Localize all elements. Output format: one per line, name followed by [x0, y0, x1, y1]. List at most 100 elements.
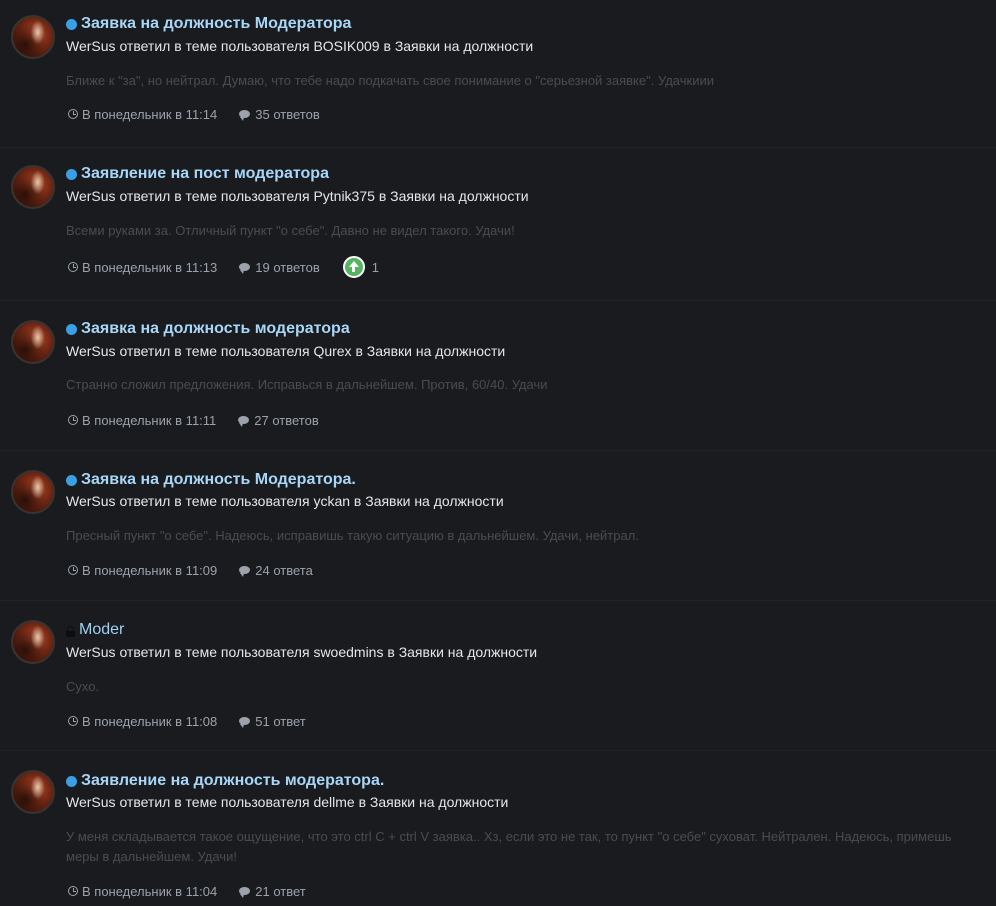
- activity-footer: В понедельник в 11:08 51 ответ: [68, 711, 306, 731]
- post-excerpt: Всеми руками за. Отличный пункт "о себе"…: [66, 223, 515, 238]
- unread-dot-icon: [66, 168, 77, 180]
- activity-item: Заявка на должность Модератора. WerSus о…: [0, 451, 996, 601]
- reaction-summary[interactable]: 1: [342, 256, 379, 278]
- forum-link[interactable]: Заявки на должности: [367, 343, 505, 359]
- author-link[interactable]: WerSus: [66, 794, 116, 810]
- post-time[interactable]: В понедельник в 11:09: [82, 563, 217, 578]
- post-excerpt: У меня складывается такое ощущение, что …: [66, 829, 952, 864]
- comment-icon: [238, 416, 250, 427]
- forum-link[interactable]: Заявки на должности: [365, 493, 503, 509]
- post-time[interactable]: В понедельник в 11:13: [82, 260, 217, 275]
- reply-count: 19 ответов: [255, 259, 320, 275]
- topic-owner-link[interactable]: yckan: [313, 493, 350, 509]
- activity-item: Заявка на должность Модератора WerSus от…: [0, 0, 996, 148]
- unread-dot-icon: [66, 18, 77, 30]
- activity-description: WerSus ответил в теме пользователя BOSIK…: [66, 38, 533, 54]
- activity-item: Заявка на должность модератора WerSus от…: [0, 301, 996, 451]
- topic-title-line: Заявка на должность модератора: [66, 319, 350, 339]
- author-link[interactable]: WerSus: [66, 38, 116, 54]
- lock-icon: [66, 626, 75, 637]
- clock-icon: [68, 262, 78, 272]
- clock-icon: [68, 109, 78, 119]
- forum-prefix: в: [358, 794, 367, 810]
- activity-footer: В понедельник в 11:14 35 ответов: [68, 104, 320, 124]
- topic-owner-link[interactable]: swoedmins: [313, 644, 383, 660]
- topic-title-link[interactable]: Заявление на должность модератора.: [81, 772, 384, 790]
- reply-count: 24 ответа: [255, 562, 313, 578]
- activity-footer: В понедельник в 11:09 24 ответа: [68, 560, 313, 580]
- comment-icon: [239, 263, 251, 274]
- forum-prefix: в: [355, 343, 363, 359]
- activity-description: WerSus ответил в теме пользователя dellm…: [66, 794, 508, 810]
- post-time[interactable]: В понедельник в 11:04: [82, 884, 217, 899]
- activity-footer: В понедельник в 11:04 21 ответ: [68, 881, 306, 901]
- author-link[interactable]: WerSus: [66, 188, 116, 204]
- activity-feed: Заявка на должность Модератора WerSus от…: [0, 0, 996, 906]
- post-excerpt: Ближе к "за", но нейтрал. Думаю, что теб…: [66, 73, 714, 88]
- forum-link[interactable]: Заявки на должности: [399, 644, 537, 660]
- forum-link[interactable]: Заявки на должности: [370, 794, 508, 810]
- comment-icon: [239, 887, 251, 898]
- topic-title-link[interactable]: Moder: [79, 621, 124, 639]
- reply-count: 27 ответов: [254, 412, 319, 428]
- unread-dot-icon: [66, 474, 77, 486]
- post-excerpt: Странно сложил предложения. Исправься в …: [66, 377, 548, 392]
- reply-count: 21 ответ: [255, 883, 306, 899]
- forum-prefix: в: [383, 38, 391, 54]
- topic-title-link[interactable]: Заявка на должность Модератора: [81, 15, 351, 33]
- forum-prefix: в: [353, 493, 362, 509]
- comment-icon: [239, 717, 251, 728]
- avatar[interactable]: [11, 165, 55, 209]
- avatar[interactable]: [11, 15, 55, 59]
- avatar[interactable]: [11, 470, 55, 514]
- topic-title-line: Заявление на пост модератора: [66, 164, 329, 184]
- upvote-arrow-icon: [342, 256, 365, 278]
- comment-icon: [239, 566, 251, 577]
- topic-title-line: Moder: [66, 620, 124, 640]
- topic-owner-link[interactable]: dellme: [313, 794, 354, 810]
- action-text: ответил в теме пользователя: [119, 794, 310, 810]
- unread-dot-icon: [66, 775, 77, 787]
- post-time[interactable]: В понедельник в 11:11: [82, 413, 216, 428]
- topic-title-line: Заявка на должность Модератора.: [66, 470, 356, 490]
- comment-icon: [239, 110, 251, 121]
- avatar[interactable]: [11, 770, 55, 814]
- avatar[interactable]: [11, 320, 55, 364]
- post-time[interactable]: В понедельник в 11:14: [82, 107, 217, 122]
- activity-description: WerSus ответил в теме пользователя swoed…: [66, 644, 537, 660]
- clock-icon: [68, 886, 78, 896]
- activity-description: WerSus ответил в теме пользователя Qurex…: [66, 343, 505, 359]
- action-text: ответил в теме пользователя: [119, 644, 310, 660]
- topic-owner-link[interactable]: Qurex: [313, 343, 351, 359]
- post-excerpt: Пресный пункт "о себе". Надеюсь, исправи…: [66, 528, 639, 543]
- activity-description: WerSus ответил в теме пользователя Pytni…: [66, 188, 529, 204]
- topic-title-link[interactable]: Заявление на пост модератора: [81, 165, 329, 183]
- post-excerpt: Сухо.: [66, 679, 100, 694]
- post-time[interactable]: В понедельник в 11:08: [82, 714, 217, 729]
- author-link[interactable]: WerSus: [66, 493, 116, 509]
- reply-count: 51 ответ: [255, 713, 306, 729]
- action-text: ответил в теме пользователя: [119, 188, 310, 204]
- activity-description: WerSus ответил в теме пользователя yckan…: [66, 493, 504, 509]
- forum-link[interactable]: Заявки на должности: [395, 38, 533, 54]
- reaction-count: 1: [371, 259, 379, 275]
- topic-owner-link[interactable]: BOSIK009: [313, 38, 379, 54]
- topic-owner-link[interactable]: Pytnik375: [313, 188, 374, 204]
- topic-title-link[interactable]: Заявка на должность Модератора.: [81, 471, 356, 489]
- clock-icon: [68, 565, 78, 575]
- avatar[interactable]: [11, 620, 55, 664]
- activity-footer: В понедельник в 11:13 19 ответов 1: [68, 256, 379, 278]
- author-link[interactable]: WerSus: [66, 343, 116, 359]
- forum-link[interactable]: Заявки на должности: [390, 188, 528, 204]
- unread-dot-icon: [66, 323, 77, 335]
- topic-title-link[interactable]: Заявка на должность модератора: [81, 320, 350, 338]
- activity-item: Заявление на должность модератора. WerSu…: [0, 751, 996, 906]
- topic-title-line: Заявка на должность Модератора: [66, 14, 351, 34]
- action-text: ответил в теме пользователя: [119, 343, 310, 359]
- activity-footer: В понедельник в 11:11 27 ответов: [68, 410, 319, 430]
- action-text: ответил в теме пользователя: [119, 493, 310, 509]
- clock-icon: [68, 716, 78, 726]
- author-link[interactable]: WerSus: [66, 644, 116, 660]
- topic-title-line: Заявление на должность модератора.: [66, 771, 384, 791]
- forum-prefix: в: [387, 644, 395, 660]
